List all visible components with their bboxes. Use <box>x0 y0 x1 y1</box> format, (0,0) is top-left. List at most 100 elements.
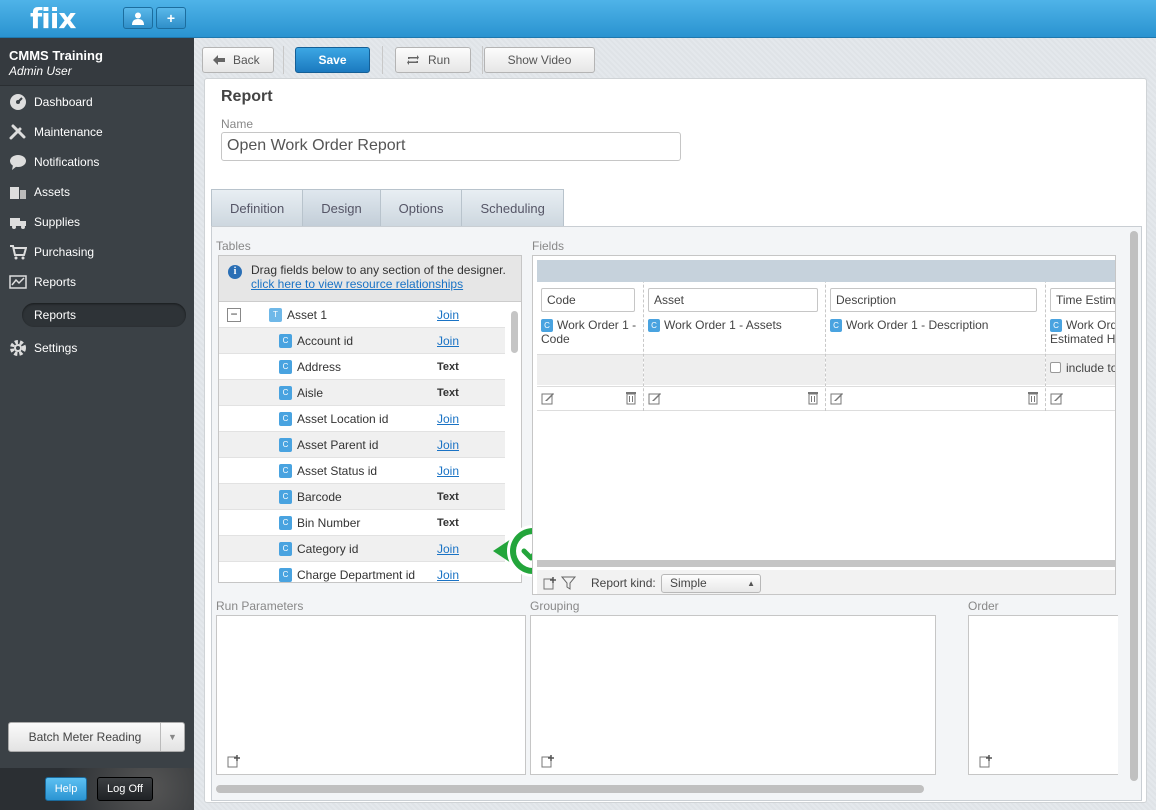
sidebar-item-label: Reports <box>34 275 77 289</box>
log-off-button[interactable]: Log Off <box>97 777 153 801</box>
column-name: Account id <box>297 334 354 348</box>
toolbar-divider <box>482 46 483 74</box>
sidebar-item-reports[interactable]: Reports <box>0 267 194 297</box>
join-link[interactable]: Join <box>437 406 459 432</box>
field-label-input[interactable]: Time Estimated <box>1050 288 1115 312</box>
edit-icon[interactable] <box>1050 391 1064 405</box>
user-icon <box>132 12 144 25</box>
design-horizontal-scrollbar[interactable] <box>216 785 924 793</box>
edit-icon[interactable] <box>541 391 555 405</box>
add-grouping-icon[interactable] <box>541 754 555 768</box>
run-label: Run <box>428 53 451 67</box>
sidebar-item-purchasing[interactable]: Purchasing <box>0 237 194 267</box>
filter-icon[interactable] <box>561 576 577 590</box>
field-column[interactable]: Code C Work Order 1 - Code <box>537 260 644 411</box>
table-root-row[interactable]: − T Asset 1 Join <box>219 302 505 328</box>
resource-relationships-link[interactable]: click here to view resource relationship… <box>251 277 463 291</box>
fiix-logo[interactable]: fiix <box>30 2 76 35</box>
run-parameters-box[interactable] <box>216 615 526 775</box>
sidebar-subitem-reports[interactable]: Reports <box>22 303 186 327</box>
field-actions <box>644 386 825 411</box>
sidebar-item-settings[interactable]: Settings <box>0 333 194 363</box>
field-column-header <box>537 260 644 282</box>
table-row[interactable]: C Account id Join <box>219 328 505 354</box>
field-options <box>826 354 1045 385</box>
table-row[interactable]: C Charge Department id Join <box>219 562 505 582</box>
field-column[interactable]: Description C Work Order 1 - Description <box>826 260 1046 411</box>
design-vertical-scrollbar[interactable] <box>1130 231 1138 781</box>
sidebar-item-label: Notifications <box>34 155 100 169</box>
table-row[interactable]: C Asset Parent id Join <box>219 432 505 458</box>
field-actions <box>1046 386 1115 411</box>
help-button[interactable]: Help <box>45 777 87 801</box>
sidebar-item-assets[interactable]: Assets <box>0 177 194 207</box>
sidebar-item-dashboard[interactable]: Dashboard <box>0 87 194 117</box>
org-name: CMMS Training <box>9 48 103 63</box>
add-button[interactable]: + <box>156 7 186 29</box>
join-link[interactable]: Join <box>437 562 459 582</box>
join-link[interactable]: Join <box>437 302 459 328</box>
table-row[interactable]: C Asset Status id Join <box>219 458 505 484</box>
account-info: CMMS Training Admin User <box>0 38 194 86</box>
gear-icon <box>10 340 26 356</box>
table-row[interactable]: C Barcode Text <box>219 484 505 510</box>
report-name-input[interactable]: Open Work Order Report <box>221 132 681 161</box>
tab-options[interactable]: Options <box>379 189 462 227</box>
edit-icon[interactable] <box>830 391 844 405</box>
add-order-icon[interactable] <box>979 754 993 768</box>
user-profile-button[interactable] <box>123 7 153 29</box>
back-button[interactable]: Back <box>202 47 274 73</box>
tab-definition[interactable]: Definition <box>211 189 303 227</box>
tables-label: Tables <box>216 239 251 253</box>
text-type-label: Text <box>437 361 459 373</box>
join-link[interactable]: Join <box>437 458 459 484</box>
add-field-icon[interactable] <box>543 576 557 590</box>
trash-icon[interactable] <box>807 391 819 405</box>
join-link[interactable]: Join <box>437 432 459 458</box>
trash-icon[interactable] <box>625 391 637 405</box>
show-video-help-button[interactable]: Show Video Help <box>484 47 595 91</box>
grouping-box[interactable] <box>530 615 936 775</box>
column-icon: C <box>279 438 292 452</box>
chart-icon <box>9 275 27 289</box>
batch-meter-reading-button[interactable]: Batch Meter Reading ▼ <box>8 722 185 752</box>
column-name: Asset Parent id <box>297 438 379 452</box>
sidebar-item-label: Purchasing <box>34 245 95 259</box>
field-column[interactable]: Time Estimated CWork Order 1 - Estimated… <box>1046 260 1115 411</box>
field-label-input[interactable]: Description <box>830 288 1037 312</box>
include-total-checkbox[interactable] <box>1050 362 1061 373</box>
report-kind-select[interactable]: Simple ▲▼ <box>661 574 761 593</box>
table-row[interactable]: C Bin Number Text <box>219 510 505 536</box>
sidebar-item-maintenance[interactable]: Maintenance <box>0 117 194 147</box>
save-button[interactable]: Save <box>295 47 370 73</box>
field-label-input[interactable]: Asset <box>648 288 818 312</box>
table-row[interactable]: C Category id Join <box>219 536 505 562</box>
dashboard-icon <box>10 94 26 110</box>
field-label-input[interactable]: Code <box>541 288 635 312</box>
text-type-label: Text <box>437 491 459 503</box>
table-row[interactable]: C Asset Location id Join <box>219 406 505 432</box>
table-row[interactable]: C Aisle Text <box>219 380 505 406</box>
collapse-icon[interactable]: − <box>227 308 241 322</box>
join-link[interactable]: Join <box>437 536 459 562</box>
run-button[interactable]: Run <box>395 47 471 73</box>
tab-scheduling[interactable]: Scheduling <box>461 189 564 227</box>
tables-scrollbar[interactable] <box>511 311 518 353</box>
sidebar-item-label: Maintenance <box>34 125 103 139</box>
edit-icon[interactable] <box>648 391 662 405</box>
column-icon: C <box>279 542 292 556</box>
sidebar-item-supplies[interactable]: Supplies <box>0 207 194 237</box>
fields-scrollbar[interactable] <box>537 560 1115 567</box>
sidebar-item-notifications[interactable]: Notifications <box>0 147 194 177</box>
join-link[interactable]: Join <box>437 328 459 354</box>
field-column[interactable]: Asset C Work Order 1 - Assets <box>644 260 826 411</box>
trash-icon[interactable] <box>1027 391 1039 405</box>
chevron-down-icon[interactable]: ▼ <box>160 723 184 751</box>
batch-meter-reading-label: Batch Meter Reading <box>28 730 142 744</box>
table-row[interactable]: C Address Text <box>219 354 505 380</box>
add-parameter-icon[interactable] <box>227 754 241 768</box>
order-box[interactable] <box>968 615 1118 775</box>
info-icon: i <box>228 265 242 279</box>
info-text: Drag fields below to any section of the … <box>251 263 506 277</box>
tab-design[interactable]: Design <box>302 189 380 233</box>
